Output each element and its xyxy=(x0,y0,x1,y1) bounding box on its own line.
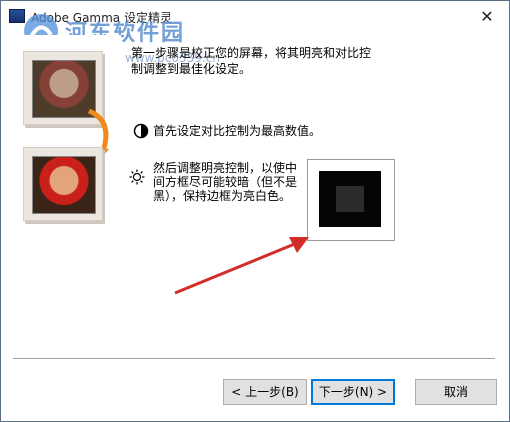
step-description: 第一步骤是校正您的屏幕，将其明亮和对比控制调整到最佳化设定。 xyxy=(131,46,372,76)
sidebar-illustration xyxy=(13,35,121,237)
title-bar: Adobe Gamma 设定精灵 ✕ xyxy=(1,1,509,31)
monitor-screen xyxy=(32,156,96,214)
sun-icon xyxy=(129,169,145,185)
contrast-icon xyxy=(133,123,149,139)
button-separator xyxy=(13,358,495,360)
monitor-after-image xyxy=(23,147,103,221)
preview-center-square xyxy=(336,186,364,212)
back-button[interactable]: < 上一步(B) xyxy=(223,379,307,405)
next-button[interactable]: 下一步(N) > xyxy=(311,379,395,405)
brightness-preview xyxy=(307,159,395,241)
app-icon xyxy=(9,9,25,23)
window-title: Adobe Gamma 设定精灵 xyxy=(31,11,172,25)
close-button[interactable]: ✕ xyxy=(465,1,509,31)
preview-dark-frame xyxy=(319,171,381,227)
cancel-button[interactable]: 取消 xyxy=(415,379,497,405)
dialog-window: Adobe Gamma 设定精灵 ✕ 河东软件园 www.pc0359.cn 第… xyxy=(0,0,510,422)
contrast-instruction: 首先设定对比控制为最高数值。 xyxy=(153,124,322,138)
brightness-instruction: 然后调整明亮控制，以使中间方框尽可能较暗（但不是黑），保持边框为亮白色。 xyxy=(153,161,298,203)
red-arrow-icon xyxy=(174,237,309,295)
